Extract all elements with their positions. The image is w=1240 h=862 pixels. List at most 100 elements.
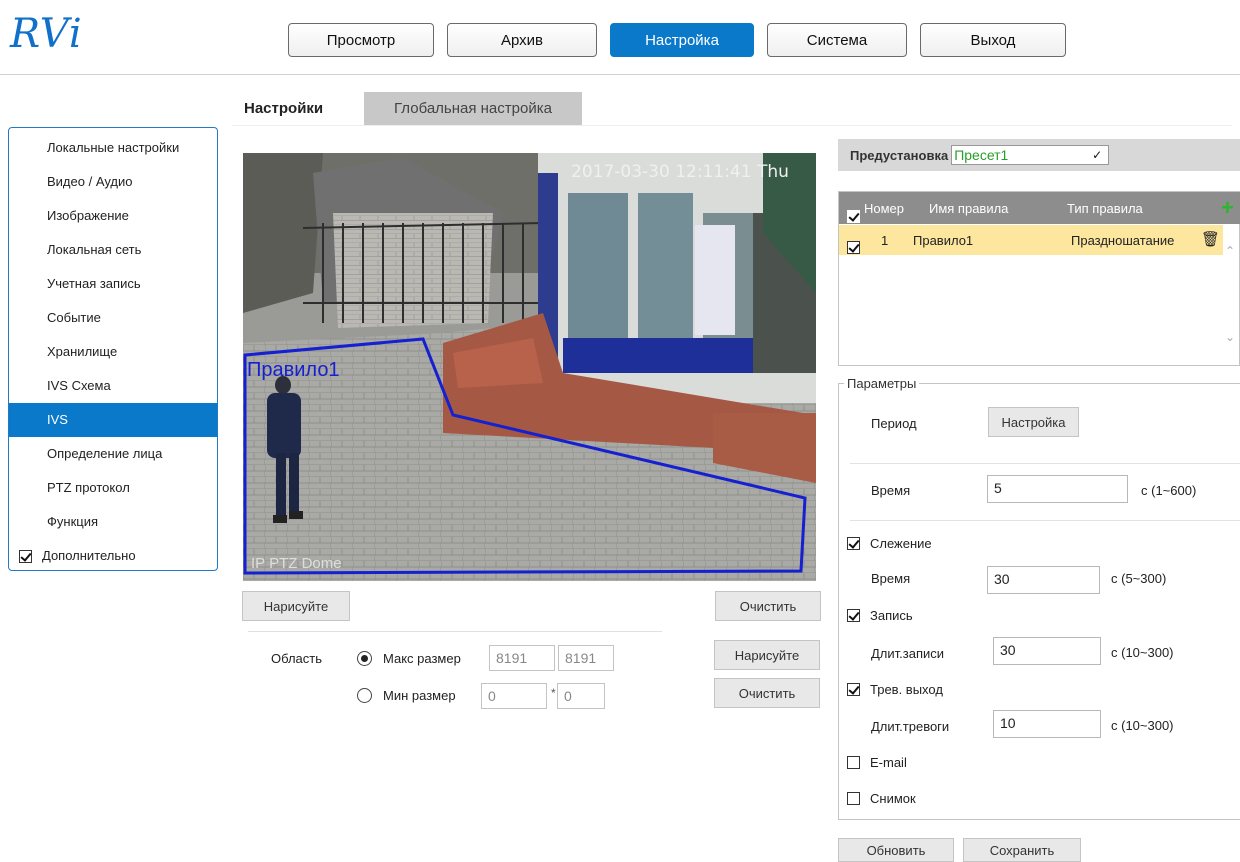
advanced-label: Дополнительно (42, 548, 136, 563)
sidebar-item-local-settings[interactable]: Локальные настройки (9, 131, 217, 165)
time-range: с (1~600) (1141, 483, 1197, 498)
parameters-title: Параметры (844, 376, 920, 391)
sidebar-item-event[interactable]: Событие (9, 301, 217, 335)
snapshot-option[interactable]: Снимок (847, 791, 916, 806)
record-label: Запись (870, 608, 913, 623)
period-label: Период (871, 416, 917, 431)
min-size-radio[interactable] (357, 688, 372, 703)
alarm-output-checkbox[interactable] (847, 683, 860, 696)
preset-select-value: Пресет1 (954, 147, 1009, 163)
max-size-radio[interactable] (357, 651, 372, 666)
rules-table-header: Номер Имя правила Тип правила + (839, 192, 1240, 224)
tracking-option[interactable]: Слежение (847, 536, 932, 551)
top-navigation: Просмотр Архив Настройка Система Выход (288, 23, 1079, 57)
alarm-duration-field[interactable]: 10 (993, 710, 1101, 738)
max-size-label: Макс размер (383, 651, 461, 666)
tracking-time-field[interactable]: 30 (987, 566, 1100, 594)
rules-select-all-checkbox[interactable] (847, 210, 860, 223)
param-divider (850, 520, 1240, 521)
snapshot-checkbox[interactable] (847, 792, 860, 805)
email-checkbox[interactable] (847, 756, 860, 769)
sidebar-item-image[interactable]: Изображение (9, 199, 217, 233)
rules-table: Номер Имя правила Тип правила + 1 Правил… (838, 191, 1240, 366)
draw-size-button[interactable]: Нарисуйте (714, 640, 820, 670)
alarm-duration-label: Длит.тревоги (871, 719, 950, 734)
record-duration-label: Длит.записи (871, 646, 945, 661)
preset-label: Предустановка (850, 147, 949, 163)
area-label: Область (271, 651, 323, 666)
sidebar-item-network[interactable]: Локальная сеть (9, 233, 217, 267)
col-rule-name-header: Имя правила (929, 201, 1009, 216)
nav-settings-button[interactable]: Настройка (610, 23, 754, 57)
time-field[interactable]: 5 (987, 475, 1128, 503)
nav-live-view-button[interactable]: Просмотр (288, 23, 434, 57)
rule-number: 1 (881, 233, 889, 248)
tab-global-settings[interactable]: Глобальная настройка (364, 92, 582, 126)
add-rule-icon[interactable]: + (1221, 195, 1234, 221)
sidebar-item-ptz-protocol[interactable]: PTZ протокол (9, 471, 217, 505)
period-setup-button[interactable]: Настройка (988, 407, 1079, 437)
rvi-logo: RVi (10, 11, 83, 57)
rule-row-checkbox[interactable] (847, 241, 860, 254)
advanced-checkbox[interactable] (19, 549, 32, 563)
sidebar-item-video-audio[interactable]: Видео / Аудио (9, 165, 217, 199)
settings-sidebar: Локальные настройки Видео / Аудио Изобра… (8, 127, 218, 571)
chevron-down-icon: ✓ (1092, 148, 1103, 162)
scroll-up-icon[interactable]: ⌃ (1225, 244, 1235, 258)
col-number-header: Номер (864, 201, 905, 216)
time-label: Время (871, 483, 911, 498)
email-label: E-mail (870, 755, 907, 770)
refresh-button[interactable]: Обновить (838, 838, 954, 862)
nav-archive-button[interactable]: Архив (447, 23, 597, 57)
header-divider (0, 74, 1240, 75)
alarm-output-label: Трев. выход (870, 682, 943, 697)
video-rule-label: Правило1 (247, 359, 340, 381)
alarm-duration-range: с (10~300) (1111, 718, 1174, 733)
draw-rule-button[interactable]: Нарисуйте (242, 591, 350, 621)
record-checkbox[interactable] (847, 609, 860, 622)
sidebar-item-ivs[interactable]: IVS (9, 403, 217, 437)
tab-divider (232, 125, 1232, 126)
nav-logout-button[interactable]: Выход (920, 23, 1066, 57)
rule-type: Праздношатание (1071, 233, 1175, 248)
max-height-field[interactable]: 8191 (558, 645, 614, 671)
clear-size-button[interactable]: Очистить (714, 678, 820, 708)
record-duration-field[interactable]: 30 (993, 637, 1101, 665)
alarm-output-option[interactable]: Трев. выход (847, 682, 943, 697)
min-height-field[interactable]: 0 (557, 683, 605, 709)
sidebar-item-ivs-scheme[interactable]: IVS Схема (9, 369, 217, 403)
tracking-time-range: с (5~300) (1111, 571, 1167, 586)
table-row[interactable]: 1 Правило1 Праздношатание 🗑 (839, 225, 1223, 255)
scroll-down-icon[interactable]: ⌄ (1225, 330, 1235, 344)
delete-rule-icon[interactable]: 🗑 (1201, 230, 1220, 248)
record-duration-range: с (10~300) (1111, 645, 1174, 660)
min-size-separator: * (551, 686, 556, 700)
clear-rule-button[interactable]: Очистить (715, 591, 821, 621)
video-camera-caption: IP PTZ Dome (251, 555, 342, 572)
preset-bar: Предустановка Пресет1 ✓ (838, 139, 1240, 171)
record-option[interactable]: Запись (847, 608, 913, 623)
snapshot-label: Снимок (870, 791, 916, 806)
nav-system-button[interactable]: Система (767, 23, 907, 57)
max-width-field[interactable]: 8191 (489, 645, 555, 671)
sidebar-item-advanced[interactable]: Дополнительно (9, 539, 217, 573)
param-divider (850, 463, 1240, 464)
tracking-checkbox[interactable] (847, 537, 860, 550)
col-rule-type-header: Тип правила (1067, 201, 1143, 216)
sidebar-item-storage[interactable]: Хранилище (9, 335, 217, 369)
min-size-label: Мин размер (383, 688, 456, 703)
tab-settings[interactable]: Настройки (232, 92, 335, 126)
sidebar-item-account[interactable]: Учетная запись (9, 267, 217, 301)
tracking-time-label: Время (871, 571, 911, 586)
sidebar-item-face-detection[interactable]: Определение лица (9, 437, 217, 471)
email-option[interactable]: E-mail (847, 755, 907, 770)
min-width-field[interactable]: 0 (481, 683, 547, 709)
sidebar-item-function[interactable]: Функция (9, 505, 217, 539)
save-button[interactable]: Сохранить (963, 838, 1081, 862)
preset-select[interactable]: Пресет1 ✓ (951, 145, 1110, 165)
camera-video-view[interactable]: 2017-03-30 12:11:41 Thu Правило1 IP PTZ … (243, 153, 816, 581)
area-divider (248, 631, 662, 632)
video-timestamp: 2017-03-30 12:11:41 Thu (571, 162, 789, 182)
tracking-label: Слежение (870, 536, 932, 551)
rule-name: Правило1 (913, 233, 974, 248)
